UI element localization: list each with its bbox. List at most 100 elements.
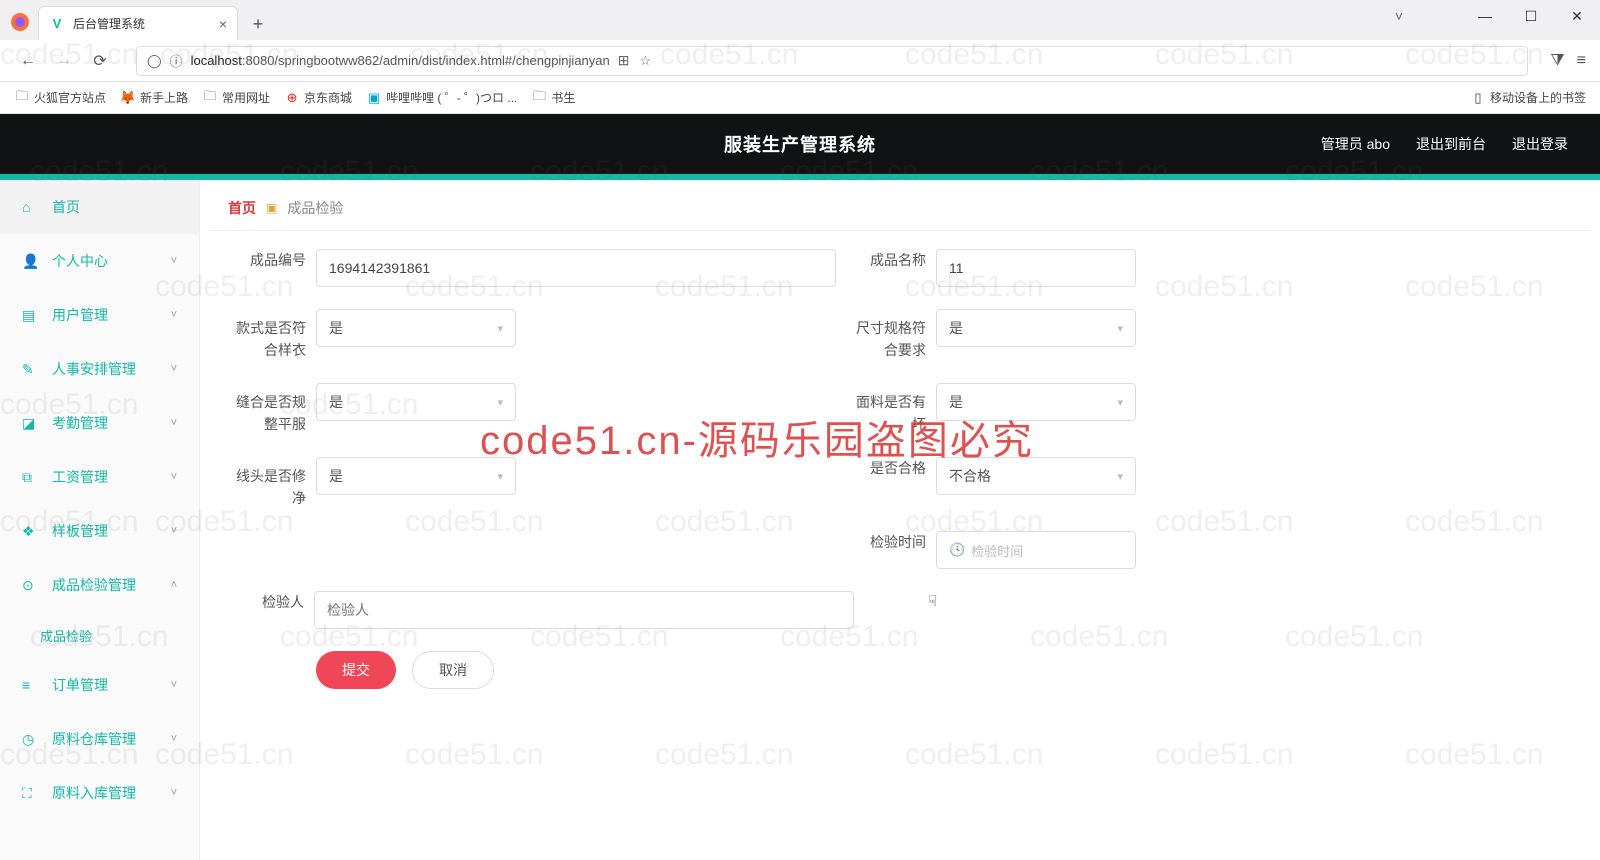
chevron-down-icon: ˅ xyxy=(171,309,177,321)
datepicker-jysj[interactable]: 🕓检验时间 xyxy=(936,531,1136,569)
chevron-down-icon: ▾ xyxy=(497,322,503,335)
sidebar-item-personal[interactable]: 👤个人中心˅ xyxy=(0,234,199,288)
select-mlyh[interactable]: 是▾ xyxy=(936,383,1136,421)
submit-button[interactable]: 提交 xyxy=(316,651,396,689)
users-icon: ▤ xyxy=(22,307,40,324)
chevron-down-icon: ˅ xyxy=(171,679,177,691)
tab-favicon: V xyxy=(49,16,65,32)
list-icon: ≡ xyxy=(22,677,40,693)
main-content: 首页 ▣ 成品检验 成品编号 成品名称 款式是否符合样衣 是▾ xyxy=(200,180,1600,860)
sidebar-item-inbound[interactable]: ⛶原料入库管理˅ xyxy=(0,766,199,820)
app-header: 服装生产管理系统 管理员 abo 退出到前台 退出登录 xyxy=(0,114,1600,174)
clock-icon: 🕓 xyxy=(949,542,965,558)
select-xtxj[interactable]: 是▾ xyxy=(316,457,516,495)
window-maximize-button[interactable]: ☐ xyxy=(1508,0,1554,32)
sidebar-item-home[interactable]: ⌂首页 xyxy=(0,180,199,234)
user-info[interactable]: 管理员 abo xyxy=(1321,134,1390,154)
folder-icon: 🗀 xyxy=(14,90,30,106)
sidebar-item-attendance[interactable]: ◪考勤管理˅ xyxy=(0,396,199,450)
sidebar-item-warehouse[interactable]: ◷原料仓库管理˅ xyxy=(0,712,199,766)
browser-urlbar: ← → ⟳ ◯ ⓘ localhost:8080/springbootww862… xyxy=(0,40,1600,82)
bookmark-item[interactable]: ⊕京东商城 xyxy=(284,89,352,106)
url-text: localhost:8080/springbootww862/admin/dis… xyxy=(191,53,610,68)
mobile-bookmarks[interactable]: ▯移动设备上的书签 xyxy=(1470,89,1586,106)
chevron-down-icon: ˅ xyxy=(171,525,177,537)
target-icon: ⊙ xyxy=(22,577,40,594)
shield-icon: ◯ xyxy=(147,53,162,69)
firefox-icon: 🦊 xyxy=(120,90,136,106)
reload-button[interactable]: ⟳ xyxy=(86,47,114,75)
label-cpmc: 成品名称 xyxy=(854,249,926,271)
extensions-icon[interactable]: ⧩ xyxy=(1550,52,1564,70)
menu-icon[interactable]: ≡ xyxy=(1577,52,1586,70)
label-cpbh: 成品编号 xyxy=(234,249,306,271)
bookmark-item[interactable]: 🗀常用网址 xyxy=(202,89,270,106)
sidebar-item-template[interactable]: ❖样板管理˅ xyxy=(0,504,199,558)
url-input[interactable]: ◯ ⓘ localhost:8080/springbootww862/admin… xyxy=(136,46,1528,76)
back-to-front-link[interactable]: 退出到前台 xyxy=(1416,134,1486,154)
bookmark-star-icon[interactable]: ☆ xyxy=(639,53,651,69)
bookmark-item[interactable]: 🗀书生 xyxy=(531,89,575,106)
breadcrumb-home[interactable]: 首页 xyxy=(228,198,256,218)
check-icon: ◪ xyxy=(22,415,40,432)
lock-icon: ⓘ xyxy=(170,51,183,70)
label-ccgg: 尺寸规格符合要求 xyxy=(854,309,926,361)
chevron-down-icon: ▾ xyxy=(1117,396,1123,409)
qr-icon[interactable]: ⊞ xyxy=(618,52,630,69)
back-button[interactable]: ← xyxy=(14,47,42,75)
input-cpmc[interactable] xyxy=(936,249,1136,287)
cancel-button[interactable]: 取消 xyxy=(412,651,494,689)
select-sfhg[interactable]: 不合格▾ xyxy=(936,457,1136,495)
label-fhgz: 缝合是否规整平服 xyxy=(234,383,306,435)
bookmark-item[interactable]: ▣哔哩哔哩 ( ゜- ゜)つロ ... xyxy=(366,89,517,106)
home-icon: ⌂ xyxy=(22,199,40,215)
edit-icon: ✎ xyxy=(22,361,40,378)
label-ksfh: 款式是否符合样衣 xyxy=(234,309,306,361)
browser-tab[interactable]: V 后台管理系统 × xyxy=(38,6,238,40)
chevron-down-icon: ˅ xyxy=(171,363,177,375)
input-jyr[interactable] xyxy=(314,591,854,629)
user-icon: 👤 xyxy=(22,253,40,270)
sidebar-item-users[interactable]: ▤用户管理˅ xyxy=(0,288,199,342)
firefox-icon xyxy=(8,10,32,34)
sidebar-subitem-inspection[interactable]: 成品检验 xyxy=(0,612,199,658)
sidebar-item-orders[interactable]: ≡订单管理˅ xyxy=(0,658,199,712)
sidebar-item-inspection[interactable]: ⊙成品检验管理˄ xyxy=(0,558,199,612)
jd-icon: ⊕ xyxy=(284,90,300,106)
sidebar-item-hr[interactable]: ✎人事安排管理˅ xyxy=(0,342,199,396)
input-cpbh[interactable] xyxy=(316,249,836,287)
label-mlyh: 面料是否有坏 xyxy=(854,383,926,435)
breadcrumb-current: 成品检验 xyxy=(287,198,343,218)
breadcrumb-sep-icon: ▣ xyxy=(266,201,277,215)
tabs-dropdown-icon[interactable]: ˅ xyxy=(1376,0,1422,32)
chevron-up-icon: ˄ xyxy=(171,579,177,591)
select-fhgz[interactable]: 是▾ xyxy=(316,383,516,421)
chevron-down-icon: ˅ xyxy=(171,417,177,429)
window-close-button[interactable]: ✕ xyxy=(1554,0,1600,32)
chevron-down-icon: ▾ xyxy=(497,470,503,483)
logout-link[interactable]: 退出登录 xyxy=(1512,134,1568,154)
tab-title: 后台管理系统 xyxy=(73,15,219,32)
bookmark-item[interactable]: 🗀火狐官方站点 xyxy=(14,89,106,106)
new-tab-button[interactable]: + xyxy=(244,10,272,38)
form: 成品编号 成品名称 款式是否符合样衣 是▾ 尺寸规格符合要求 是▾ xyxy=(210,239,1590,699)
select-ksfh[interactable]: 是▾ xyxy=(316,309,516,347)
bilibili-icon: ▣ xyxy=(366,90,382,106)
label-xtxj: 线头是否修净 xyxy=(234,457,306,509)
label-jyr: 检验人 xyxy=(234,591,304,613)
clock-icon: ◷ xyxy=(22,731,40,748)
close-icon[interactable]: × xyxy=(219,16,227,32)
sidebar: ⌂首页 👤个人中心˅ ▤用户管理˅ ✎人事安排管理˅ ◪考勤管理˅ ⧉工资管理˅… xyxy=(0,180,200,860)
select-ccgg[interactable]: 是▾ xyxy=(936,309,1136,347)
app-title: 服装生产管理系统 xyxy=(724,131,876,157)
window-minimize-button[interactable]: — xyxy=(1462,0,1508,32)
bookmarks-bar: 🗀火狐官方站点 🦊新手上路 🗀常用网址 ⊕京东商城 ▣哔哩哔哩 ( ゜- ゜)つ… xyxy=(0,82,1600,114)
expand-icon: ⛶ xyxy=(22,785,40,802)
browser-titlebar: V 后台管理系统 × + ˅ — ☐ ✕ xyxy=(0,0,1600,40)
diamond-icon: ❖ xyxy=(22,523,40,540)
bookmark-item[interactable]: 🦊新手上路 xyxy=(120,89,188,106)
chevron-down-icon: ˅ xyxy=(171,471,177,483)
breadcrumb: 首页 ▣ 成品检验 xyxy=(210,180,1590,231)
sidebar-item-salary[interactable]: ⧉工资管理˅ xyxy=(0,450,199,504)
forward-button[interactable]: → xyxy=(50,47,78,75)
